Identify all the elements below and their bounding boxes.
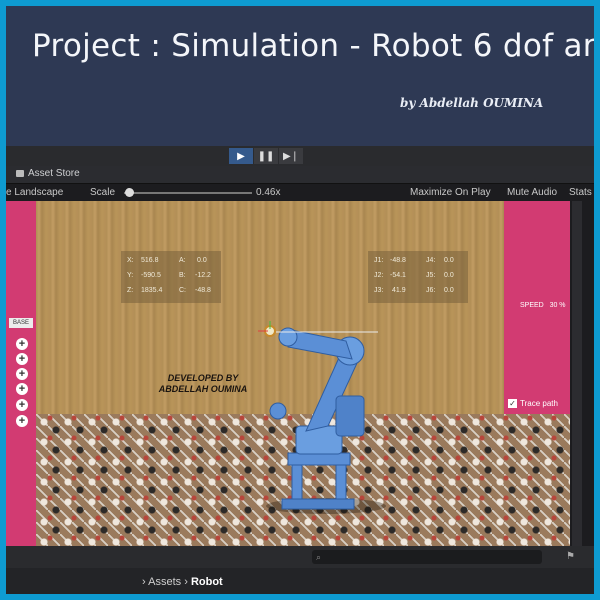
tab-bar: Asset Store bbox=[6, 166, 594, 184]
scale-slider-handle[interactable] bbox=[125, 188, 134, 197]
store-icon bbox=[16, 170, 24, 177]
step-icon: ▶❘ bbox=[282, 150, 300, 162]
banner-title: Project : Simulation - Robot 6 dof arm bbox=[32, 28, 594, 64]
resolution-dropdown[interactable]: e Landscape bbox=[6, 187, 63, 198]
filter-icon[interactable]: ⚑ bbox=[566, 551, 575, 562]
playback-controls: ▶ ❚❚ ▶❘ bbox=[229, 148, 303, 164]
pause-icon: ❚❚ bbox=[257, 150, 275, 162]
play-icon: ▶ bbox=[237, 150, 245, 162]
step-button[interactable]: ▶❘ bbox=[279, 148, 303, 164]
title-banner: Project : Simulation - Robot 6 dof arm b… bbox=[6, 6, 594, 146]
project-toolbar: ⌕ ⚑ bbox=[6, 546, 594, 568]
scale-label: Scale bbox=[90, 187, 116, 198]
editor-toolbar: ▶ ❚❚ ▶❘ bbox=[6, 146, 594, 166]
frame: Project : Simulation - Robot 6 dof arm b… bbox=[6, 6, 594, 594]
robot-arm bbox=[258, 321, 386, 514]
game-view-bar: e Landscape Scale 0.46x Maximize On Play… bbox=[6, 184, 594, 201]
project-browser: › Assets › Robot bbox=[6, 568, 594, 594]
banner-author: by Abdellah OUMINA bbox=[400, 96, 544, 110]
maximize-on-play-toggle[interactable]: Maximize On Play bbox=[410, 187, 491, 198]
breadcrumb-robot[interactable]: Robot bbox=[191, 576, 223, 588]
scale-value: 0.46x bbox=[256, 187, 281, 198]
game-view[interactable]: X: 516.8 A: 0.0 Y: -590.5 B: -12.2 Z: 18… bbox=[6, 201, 594, 546]
search-icon: ⌕ bbox=[316, 552, 322, 562]
search-input[interactable] bbox=[312, 550, 542, 564]
tab-label: Asset Store bbox=[28, 168, 80, 179]
breadcrumb-sep-icon-2: › bbox=[184, 576, 188, 588]
mute-audio-toggle[interactable]: Mute Audio bbox=[507, 187, 557, 198]
pause-button[interactable]: ❚❚ bbox=[254, 148, 278, 164]
tab-asset-store[interactable]: Asset Store bbox=[16, 168, 80, 179]
breadcrumb: › Assets › Robot bbox=[142, 576, 223, 588]
breadcrumb-assets[interactable]: Assets bbox=[148, 576, 181, 588]
play-button[interactable]: ▶ bbox=[229, 148, 253, 164]
stats-toggle[interactable]: Stats bbox=[569, 187, 592, 198]
breadcrumb-sep-icon: › bbox=[142, 576, 146, 588]
scale-slider-track[interactable] bbox=[124, 192, 252, 194]
